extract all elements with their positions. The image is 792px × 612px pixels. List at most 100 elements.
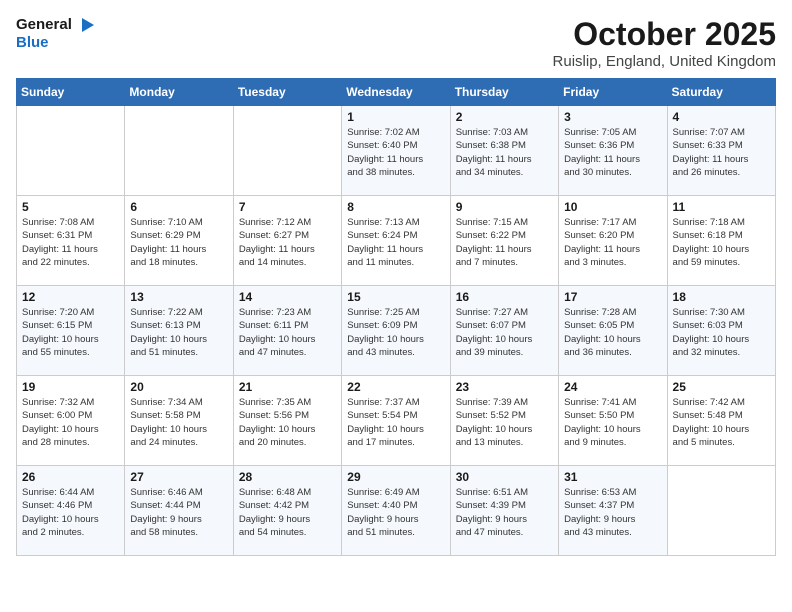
day-number: 7 <box>239 200 336 214</box>
calendar-cell: 7Sunrise: 7:12 AMSunset: 6:27 PMDaylight… <box>233 196 341 286</box>
calendar-week-row: 1Sunrise: 7:02 AMSunset: 6:40 PMDaylight… <box>17 106 776 196</box>
day-info: Sunrise: 7:23 AMSunset: 6:11 PMDaylight:… <box>239 306 336 359</box>
calendar-week-row: 19 Sunrise: 7:32 AMSunset: 6:00 PMDayligh… <box>17 376 776 466</box>
calendar-cell: 4Sunrise: 7:07 AMSunset: 6:33 PMDaylight… <box>667 106 775 196</box>
calendar-cell: 3 Sunrise: 7:05 AMSunset: 6:36 PMDaylight… <box>559 106 667 196</box>
calendar-header-friday: Friday <box>559 79 667 106</box>
calendar-cell: 9 Sunrise: 7:15 AMSunset: 6:22 PMDaylight… <box>450 196 558 286</box>
calendar-cell: 10 Sunrise: 7:17 AMSunset: 6:20 PMDayligh… <box>559 196 667 286</box>
day-info: Sunrise: 7:35 AMSunset: 5:56 PMDaylight:… <box>239 396 336 449</box>
calendar-header-saturday: Saturday <box>667 79 775 106</box>
calendar-header-wednesday: Wednesday <box>342 79 450 106</box>
day-info: Sunrise: 6:46 AMSunset: 4:44 PMDaylight:… <box>130 486 227 539</box>
day-info: Sunrise: 7:13 AMSunset: 6:24 PMDaylight:… <box>347 216 444 269</box>
day-info: Sunrise: 7:10 AMSunset: 6:29 PMDaylight:… <box>130 216 227 269</box>
day-number: 12 <box>22 290 119 304</box>
logo: General Blue <box>16 16 94 52</box>
day-number: 11 <box>673 200 770 214</box>
calendar-cell: 22 Sunrise: 7:37 AMSunset: 5:54 PMDayligh… <box>342 376 450 466</box>
day-number: 21 <box>239 380 336 394</box>
day-info: Sunrise: 6:51 AMSunset: 4:39 PMDaylight:… <box>456 486 553 539</box>
day-number: 1 <box>347 110 444 124</box>
day-number: 31 <box>564 470 661 484</box>
day-number: 27 <box>130 470 227 484</box>
calendar-header-row: SundayMondayTuesdayWednesdayThursdayFrid… <box>17 79 776 106</box>
day-number: 24 <box>564 380 661 394</box>
day-info: Sunrise: 7:18 AMSunset: 6:18 PMDaylight:… <box>673 216 770 269</box>
day-info: Sunrise: 7:07 AMSunset: 6:33 PMDaylight:… <box>673 126 770 179</box>
day-info: Sunrise: 6:48 AMSunset: 4:42 PMDaylight:… <box>239 486 336 539</box>
calendar-cell: 6 Sunrise: 7:10 AMSunset: 6:29 PMDaylight… <box>125 196 233 286</box>
location: Ruislip, England, United Kingdom <box>553 53 776 70</box>
day-number: 19 <box>22 380 119 394</box>
calendar-header-sunday: Sunday <box>17 79 125 106</box>
day-info: Sunrise: 7:39 AMSunset: 5:52 PMDaylight:… <box>456 396 553 449</box>
day-info: Sunrise: 7:05 AMSunset: 6:36 PMDaylight:… <box>564 126 661 179</box>
day-number: 3 <box>564 110 661 124</box>
calendar-cell: 17 Sunrise: 7:28 AMSunset: 6:05 PMDayligh… <box>559 286 667 376</box>
day-info: Sunrise: 7:37 AMSunset: 5:54 PMDaylight:… <box>347 396 444 449</box>
day-info: Sunrise: 7:41 AMSunset: 5:50 PMDaylight:… <box>564 396 661 449</box>
day-info: Sunrise: 7:08 AMSunset: 6:31 PMDaylight:… <box>22 216 119 269</box>
calendar-cell: 31Sunrise: 6:53 AMSunset: 4:37 PMDayligh… <box>559 466 667 556</box>
day-number: 16 <box>456 290 553 304</box>
day-number: 9 <box>456 200 553 214</box>
calendar-header-monday: Monday <box>125 79 233 106</box>
day-number: 25 <box>673 380 770 394</box>
calendar-cell: 19 Sunrise: 7:32 AMSunset: 6:00 PMDayligh… <box>17 376 125 466</box>
day-info: Sunrise: 7:22 AMSunset: 6:13 PMDaylight:… <box>130 306 227 359</box>
calendar-cell: 11 Sunrise: 7:18 AMSunset: 6:18 PMDayligh… <box>667 196 775 286</box>
day-number: 14 <box>239 290 336 304</box>
calendar-cell: 27 Sunrise: 6:46 AMSunset: 4:44 PMDayligh… <box>125 466 233 556</box>
calendar-cell: 25 Sunrise: 7:42 AMSunset: 5:48 PMDayligh… <box>667 376 775 466</box>
day-info: Sunrise: 7:17 AMSunset: 6:20 PMDaylight:… <box>564 216 661 269</box>
calendar-week-row: 12 Sunrise: 7:20 AMSunset: 6:15 PMDayligh… <box>17 286 776 376</box>
logo-arrow-icon <box>76 18 94 32</box>
day-info: Sunrise: 7:27 AMSunset: 6:07 PMDaylight:… <box>456 306 553 359</box>
calendar-cell: 16 Sunrise: 7:27 AMSunset: 6:07 PMDayligh… <box>450 286 558 376</box>
calendar-cell <box>233 106 341 196</box>
day-info: Sunrise: 7:28 AMSunset: 6:05 PMDaylight:… <box>564 306 661 359</box>
day-number: 6 <box>130 200 227 214</box>
day-info: Sunrise: 7:20 AMSunset: 6:15 PMDaylight:… <box>22 306 119 359</box>
day-number: 18 <box>673 290 770 304</box>
calendar-cell: 18 Sunrise: 7:30 AMSunset: 6:03 PMDayligh… <box>667 286 775 376</box>
day-info: Sunrise: 7:34 AMSunset: 5:58 PMDaylight:… <box>130 396 227 449</box>
day-number: 28 <box>239 470 336 484</box>
day-number: 10 <box>564 200 661 214</box>
calendar-cell: 28 Sunrise: 6:48 AMSunset: 4:42 PMDayligh… <box>233 466 341 556</box>
calendar-cell: 8Sunrise: 7:13 AMSunset: 6:24 PMDaylight… <box>342 196 450 286</box>
day-info: Sunrise: 6:49 AMSunset: 4:40 PMDaylight:… <box>347 486 444 539</box>
day-info: Sunrise: 7:03 AMSunset: 6:38 PMDaylight:… <box>456 126 553 179</box>
day-number: 15 <box>347 290 444 304</box>
calendar-cell: 2 Sunrise: 7:03 AMSunset: 6:38 PMDaylight… <box>450 106 558 196</box>
calendar-table: SundayMondayTuesdayWednesdayThursdayFrid… <box>16 78 776 556</box>
day-number: 30 <box>456 470 553 484</box>
calendar-cell <box>667 466 775 556</box>
day-number: 29 <box>347 470 444 484</box>
day-number: 22 <box>347 380 444 394</box>
day-info: Sunrise: 6:44 AMSunset: 4:46 PMDaylight:… <box>22 486 119 539</box>
calendar-cell: 29 Sunrise: 6:49 AMSunset: 4:40 PMDayligh… <box>342 466 450 556</box>
calendar-cell: 1Sunrise: 7:02 AMSunset: 6:40 PMDaylight… <box>342 106 450 196</box>
calendar-cell: 21 Sunrise: 7:35 AMSunset: 5:56 PMDayligh… <box>233 376 341 466</box>
calendar-cell: 26 Sunrise: 6:44 AMSunset: 4:46 PMDayligh… <box>17 466 125 556</box>
calendar-cell: 5Sunrise: 7:08 AMSunset: 6:31 PMDaylight… <box>17 196 125 286</box>
day-info: Sunrise: 7:42 AMSunset: 5:48 PMDaylight:… <box>673 396 770 449</box>
calendar-week-row: 5Sunrise: 7:08 AMSunset: 6:31 PMDaylight… <box>17 196 776 286</box>
day-number: 26 <box>22 470 119 484</box>
month-title: October 2025 <box>553 16 776 53</box>
calendar-header-thursday: Thursday <box>450 79 558 106</box>
day-info: Sunrise: 7:30 AMSunset: 6:03 PMDaylight:… <box>673 306 770 359</box>
day-number: 17 <box>564 290 661 304</box>
day-number: 2 <box>456 110 553 124</box>
day-number: 13 <box>130 290 227 304</box>
calendar-cell <box>125 106 233 196</box>
day-info: Sunrise: 7:25 AMSunset: 6:09 PMDaylight:… <box>347 306 444 359</box>
calendar-cell: 30 Sunrise: 6:51 AMSunset: 4:39 PMDayligh… <box>450 466 558 556</box>
day-info: Sunrise: 7:32 AMSunset: 6:00 PMDaylight:… <box>22 396 119 449</box>
page-header: General Blue October 2025 Ruislip, Engla… <box>16 16 776 70</box>
calendar-cell: 20Sunrise: 7:34 AMSunset: 5:58 PMDayligh… <box>125 376 233 466</box>
calendar-header-tuesday: Tuesday <box>233 79 341 106</box>
day-info: Sunrise: 7:15 AMSunset: 6:22 PMDaylight:… <box>456 216 553 269</box>
